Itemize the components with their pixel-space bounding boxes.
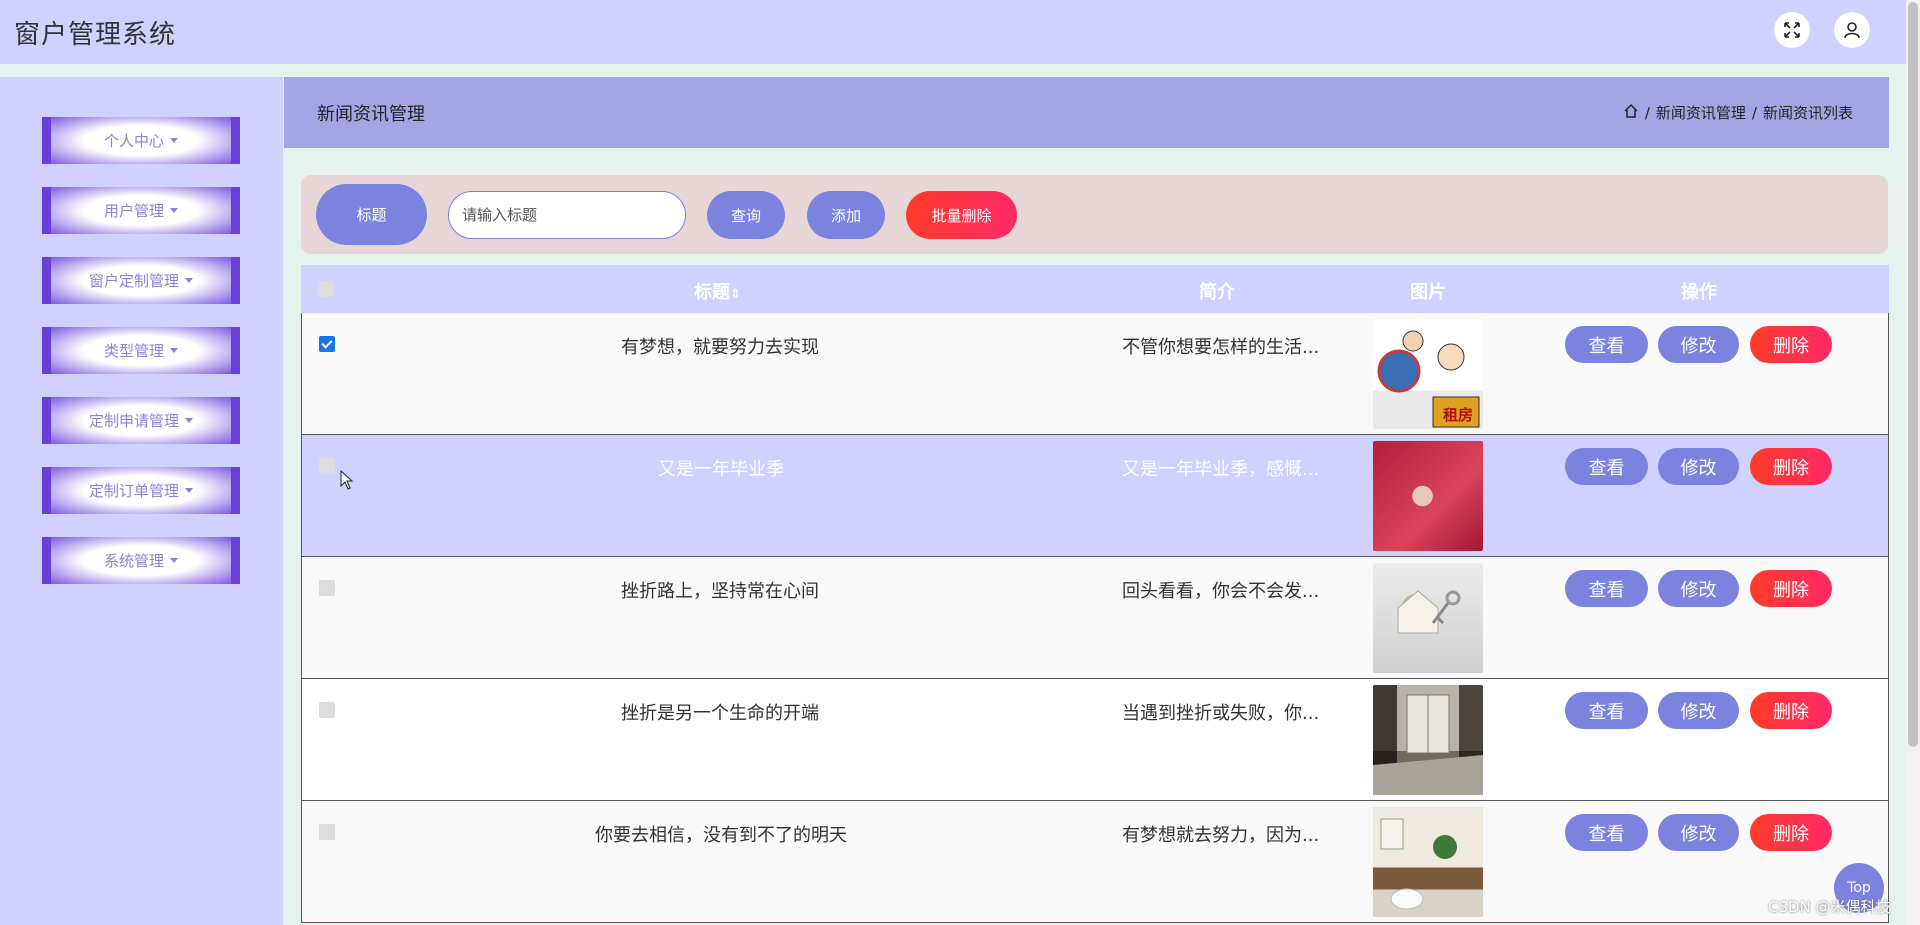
caret-down-icon	[170, 138, 178, 143]
column-header-title-label: 标题	[694, 282, 730, 303]
caret-down-icon	[185, 278, 193, 283]
news-table: 标题⇕ 简介 图片 操作 有梦想，就要努力去实现 不管你想要怎样的生活... 租…	[301, 265, 1889, 923]
edit-button[interactable]: 修改	[1658, 448, 1739, 485]
sidebar-item-order-management[interactable]: 定制订单管理	[42, 467, 240, 514]
row-checkbox[interactable]	[319, 336, 335, 352]
row-image	[1373, 563, 1483, 673]
select-all-checkbox[interactable]	[318, 281, 334, 297]
caret-down-icon	[170, 558, 178, 563]
batch-delete-button[interactable]: 批量删除	[906, 191, 1017, 239]
row-summary: 当遇到挫折或失败，你...	[1122, 703, 1320, 724]
row-checkbox[interactable]	[319, 702, 335, 718]
sidebar-item-label: 个人中心	[103, 132, 164, 150]
row-title: 有梦想，就要努力去实现	[621, 337, 819, 358]
edit-button[interactable]: 修改	[1658, 326, 1739, 363]
row-title: 你要去相信，没有到不了的明天	[595, 825, 847, 846]
sidebar-item-type-management[interactable]: 类型管理	[42, 327, 240, 374]
edit-button[interactable]: 修改	[1658, 570, 1739, 607]
sidebar-item-system-management[interactable]: 系统管理	[42, 537, 240, 584]
sidebar-item-label: 用户管理	[103, 202, 164, 220]
sidebar-item-label: 系统管理	[103, 552, 164, 570]
column-header-image: 图片	[1410, 282, 1446, 303]
row-checkbox[interactable]	[319, 580, 335, 596]
row-checkbox[interactable]	[319, 824, 335, 840]
caret-down-icon	[185, 418, 193, 423]
add-button[interactable]: 添加	[807, 191, 885, 239]
view-button[interactable]: 查看	[1565, 326, 1648, 363]
row-summary: 不管你想要怎样的生活...	[1122, 337, 1320, 358]
delete-button[interactable]: 删除	[1750, 570, 1832, 607]
row-image	[1373, 685, 1483, 795]
row-summary: 回头看看，你会不会发...	[1122, 581, 1320, 602]
caret-down-icon	[170, 348, 178, 353]
row-summary: 有梦想就去努力，因为...	[1122, 825, 1320, 846]
row-title: 挫折路上，坚持常在心间	[621, 581, 819, 602]
fullscreen-icon[interactable]	[1774, 12, 1810, 48]
page-header-bar: 新闻资讯管理 / 新闻资讯管理 / 新闻资讯列表	[284, 77, 1889, 148]
sidebar-item-window-customization[interactable]: 窗户定制管理	[42, 257, 240, 304]
edit-button[interactable]: 修改	[1658, 814, 1739, 851]
watermark: CSDN @米偶科技	[1768, 898, 1891, 916]
sort-icon[interactable]: ⇕	[730, 287, 741, 302]
edit-button[interactable]: 修改	[1658, 692, 1739, 729]
row-checkbox[interactable]	[319, 458, 335, 474]
sidebar-item-label: 定制申请管理	[88, 412, 179, 430]
top-header: 窗户管理系统	[0, 0, 1906, 64]
table-row: 挫折是另一个生命的开端 当遇到挫折或失败，你... 查看 修改 删除	[301, 679, 1889, 801]
view-button[interactable]: 查看	[1565, 570, 1648, 607]
delete-button[interactable]: 删除	[1750, 814, 1832, 851]
sidebar-item-personal-center[interactable]: 个人中心	[42, 117, 240, 164]
scrollbar-thumb[interactable]	[1908, 2, 1918, 747]
user-icon[interactable]	[1834, 12, 1870, 48]
column-header-actions: 操作	[1681, 282, 1717, 303]
breadcrumb-item-news-list: 新闻资讯列表	[1762, 104, 1853, 122]
row-summary: 又是一年毕业季，感慨...	[1122, 459, 1320, 480]
column-header-summary: 简介	[1199, 282, 1235, 303]
view-button[interactable]: 查看	[1565, 448, 1648, 485]
mouse-cursor-icon	[340, 470, 354, 490]
breadcrumb-separator: /	[1751, 103, 1757, 122]
sidebar-item-label: 类型管理	[103, 342, 164, 360]
query-button[interactable]: 查询	[707, 191, 785, 239]
table-row: 挫折路上，坚持常在心间 回头看看，你会不会发... 查看 修改 删除	[301, 557, 1889, 679]
header-actions	[1774, 12, 1870, 48]
title-search-input[interactable]	[448, 191, 686, 239]
caret-down-icon	[185, 488, 193, 493]
search-bar: 标题 查询 添加 批量删除	[301, 175, 1888, 254]
delete-button[interactable]: 删除	[1750, 692, 1832, 729]
rent-sign-text: 租房	[1443, 406, 1474, 424]
delete-button[interactable]: 删除	[1750, 326, 1832, 363]
view-button[interactable]: 查看	[1565, 692, 1648, 729]
caret-down-icon	[170, 208, 178, 213]
breadcrumb: / 新闻资讯管理 / 新闻资讯列表	[1623, 102, 1853, 123]
delete-button[interactable]: 删除	[1750, 448, 1832, 485]
search-field-label: 标题	[316, 184, 427, 245]
sidebar-item-label: 定制订单管理	[88, 482, 179, 500]
table-header: 标题⇕ 简介 图片 操作	[301, 265, 1889, 313]
breadcrumb-item-news-management[interactable]: 新闻资讯管理	[1656, 102, 1746, 123]
sidebar-item-label: 窗户定制管理	[88, 272, 179, 290]
row-image	[1373, 441, 1483, 551]
row-image	[1373, 807, 1483, 917]
row-title: 挫折是另一个生命的开端	[621, 703, 819, 724]
view-button[interactable]: 查看	[1565, 814, 1648, 851]
home-icon[interactable]	[1623, 103, 1639, 123]
page-title: 新闻资讯管理	[317, 103, 425, 125]
column-header-title[interactable]: 标题⇕	[694, 278, 741, 304]
row-title: 又是一年毕业季	[658, 459, 784, 480]
breadcrumb-separator: /	[1644, 103, 1650, 122]
table-row: 有梦想，就要努力去实现 不管你想要怎样的生活... 租房 查看 修改 删除	[301, 313, 1889, 435]
table-row: 又是一年毕业季 又是一年毕业季，感慨... 查看 修改 删除	[301, 435, 1889, 557]
page-scrollbar[interactable]	[1906, 0, 1920, 925]
sidebar-item-application-management[interactable]: 定制申请管理	[42, 397, 240, 444]
row-image: 租房	[1373, 319, 1483, 429]
sidebar-item-user-management[interactable]: 用户管理	[42, 187, 240, 234]
table-row: 你要去相信，没有到不了的明天 有梦想就去努力，因为... 查看 修改 删除	[301, 801, 1889, 923]
app-title: 窗户管理系统	[14, 19, 177, 50]
sidebar: 个人中心 用户管理 窗户定制管理 类型管理 定制申请管理 定制订单管理 系统管理	[0, 77, 283, 925]
